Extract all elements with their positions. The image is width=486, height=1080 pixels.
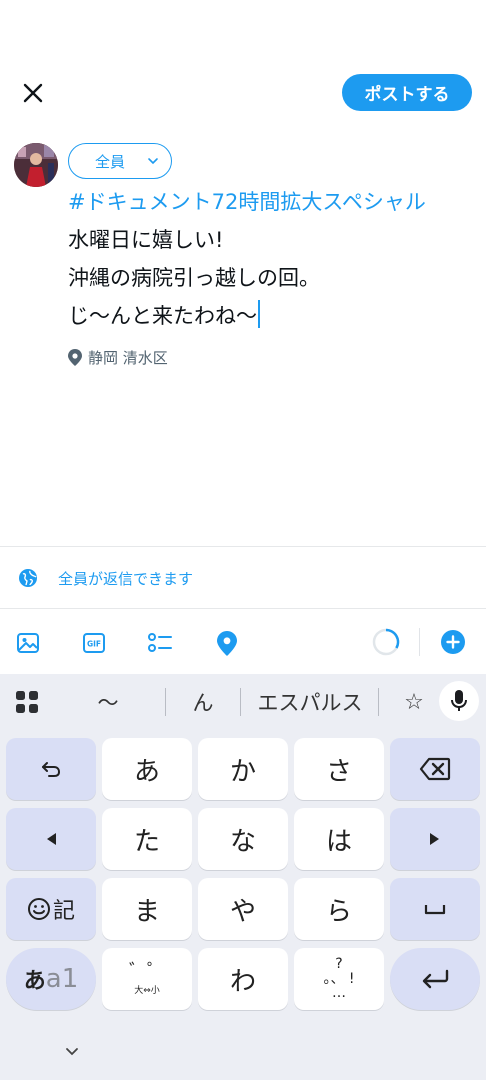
reply-setting-button[interactable]: 全員が返信できます <box>0 548 486 608</box>
cursor-right-key[interactable] <box>390 808 480 870</box>
text-line-cursor: じ〜んと来たわね〜 <box>68 297 478 335</box>
globe-icon <box>19 569 37 587</box>
location-button[interactable] <box>214 630 240 656</box>
backspace-key[interactable] <box>390 738 480 800</box>
key-ya[interactable]: や <box>198 878 288 940</box>
punctuation-key[interactable]: ? 。、 ! … <box>294 948 384 1010</box>
suggestion-separator <box>240 688 241 716</box>
chevron-down-icon <box>66 1048 78 1056</box>
location-tag[interactable]: 静岡 清水区 <box>68 346 168 368</box>
text-line: 沖縄の病院引っ越しの回。 <box>68 266 320 290</box>
gif-button[interactable]: GIF <box>81 630 107 656</box>
post-button[interactable]: ポストする <box>342 74 472 111</box>
input-mode-key[interactable]: あ a1 <box>6 948 96 1010</box>
compose-header: ポストする <box>0 0 486 125</box>
post-text-area[interactable]: #ドキュメント72時間拡大スペシャル 水曜日に嬉しい! 沖縄の病院引っ越しの回。… <box>68 183 478 335</box>
voice-input-button[interactable] <box>439 681 479 721</box>
arrow-left-icon <box>47 833 56 845</box>
close-button[interactable] <box>16 76 50 110</box>
microphone-icon <box>451 690 467 711</box>
location-label: 静岡 清水区 <box>88 348 168 367</box>
key-ta[interactable]: た <box>102 808 192 870</box>
size-toggle-label: 大⇔小 <box>134 985 160 996</box>
text-line: 水曜日に嬉しい! <box>68 228 224 252</box>
add-post-icon <box>441 630 465 654</box>
hide-keyboard-button[interactable] <box>58 1042 86 1062</box>
poll-icon <box>148 633 172 652</box>
punct-mid-label: 。、 ! <box>323 970 355 987</box>
text-cursor <box>258 300 260 328</box>
emoji-key-label: 記 <box>52 899 75 924</box>
key-ra[interactable]: ら <box>294 878 384 940</box>
apps-grid-button[interactable] <box>12 684 42 720</box>
arrow-right-icon <box>430 833 439 845</box>
space-key[interactable] <box>390 878 480 940</box>
audience-label: 全員 <box>95 152 126 171</box>
hashtag[interactable]: #ドキュメント72時間拡大スペシャル <box>68 183 478 221</box>
gif-icon: GIF <box>83 633 105 653</box>
cursor-left-key[interactable] <box>6 808 96 870</box>
progress-ring-icon <box>372 628 400 656</box>
undo-icon <box>42 762 61 777</box>
mode-label-kana: あ <box>23 969 46 994</box>
audience-selector[interactable]: 全員 <box>68 143 172 179</box>
avatar[interactable] <box>14 143 58 187</box>
japanese-keyboard: 〜 ん エスパルス ☆ あ か さ た な は 記 ま や ら あ a1 ゛゜ … <box>0 674 486 1080</box>
dakuten-key[interactable]: ゛゜ 大⇔小 <box>102 948 192 1010</box>
key-a[interactable]: あ <box>102 738 192 800</box>
add-post-button[interactable] <box>440 629 466 655</box>
reply-setting-label: 全員が返信できます <box>58 569 194 588</box>
space-icon <box>424 905 446 915</box>
close-icon <box>23 83 43 103</box>
backspace-icon <box>419 757 451 781</box>
star-icon[interactable]: ☆ <box>396 684 432 720</box>
key-sa[interactable]: さ <box>294 738 384 800</box>
location-pin-icon <box>68 348 82 366</box>
key-wa[interactable]: わ <box>198 948 288 1010</box>
suggestion-item[interactable]: ん <box>170 684 236 720</box>
key-ha[interactable]: は <box>294 808 384 870</box>
grid-icon <box>16 691 38 713</box>
key-ka[interactable]: か <box>198 738 288 800</box>
emoji-icon <box>27 898 50 920</box>
suggestion-bar: 〜 ん エスパルス ☆ <box>0 674 486 730</box>
compose-toolbar: GIF <box>0 610 486 674</box>
chevron-down-icon <box>148 158 158 165</box>
text-line: じ〜んと来たわね〜 <box>68 304 257 328</box>
toolbar-separator <box>419 628 420 656</box>
poll-button[interactable] <box>147 630 173 656</box>
location-icon <box>217 630 237 656</box>
suggestion-separator <box>378 688 379 716</box>
dakuten-label: ゛゜ <box>129 960 165 982</box>
divider <box>0 546 486 547</box>
gif-text: GIF <box>87 640 101 649</box>
suggestion-item[interactable]: 〜 <box>68 684 148 720</box>
punct-top-label: ? <box>335 955 343 972</box>
suggestion-separator <box>165 688 166 716</box>
enter-key[interactable] <box>390 948 480 1010</box>
image-button[interactable] <box>15 630 41 656</box>
key-na[interactable]: な <box>198 808 288 870</box>
punct-bottom-label: … <box>332 985 346 1002</box>
key-ma[interactable]: ま <box>102 878 192 940</box>
character-counter <box>372 628 400 656</box>
divider <box>0 608 486 609</box>
image-icon <box>17 633 39 653</box>
mode-label-alnum: a1 <box>45 964 79 994</box>
enter-icon <box>422 969 449 989</box>
undo-key[interactable] <box>6 738 96 800</box>
suggestion-item[interactable]: エスパルス <box>244 684 376 720</box>
emoji-symbol-key[interactable]: 記 <box>6 878 96 940</box>
